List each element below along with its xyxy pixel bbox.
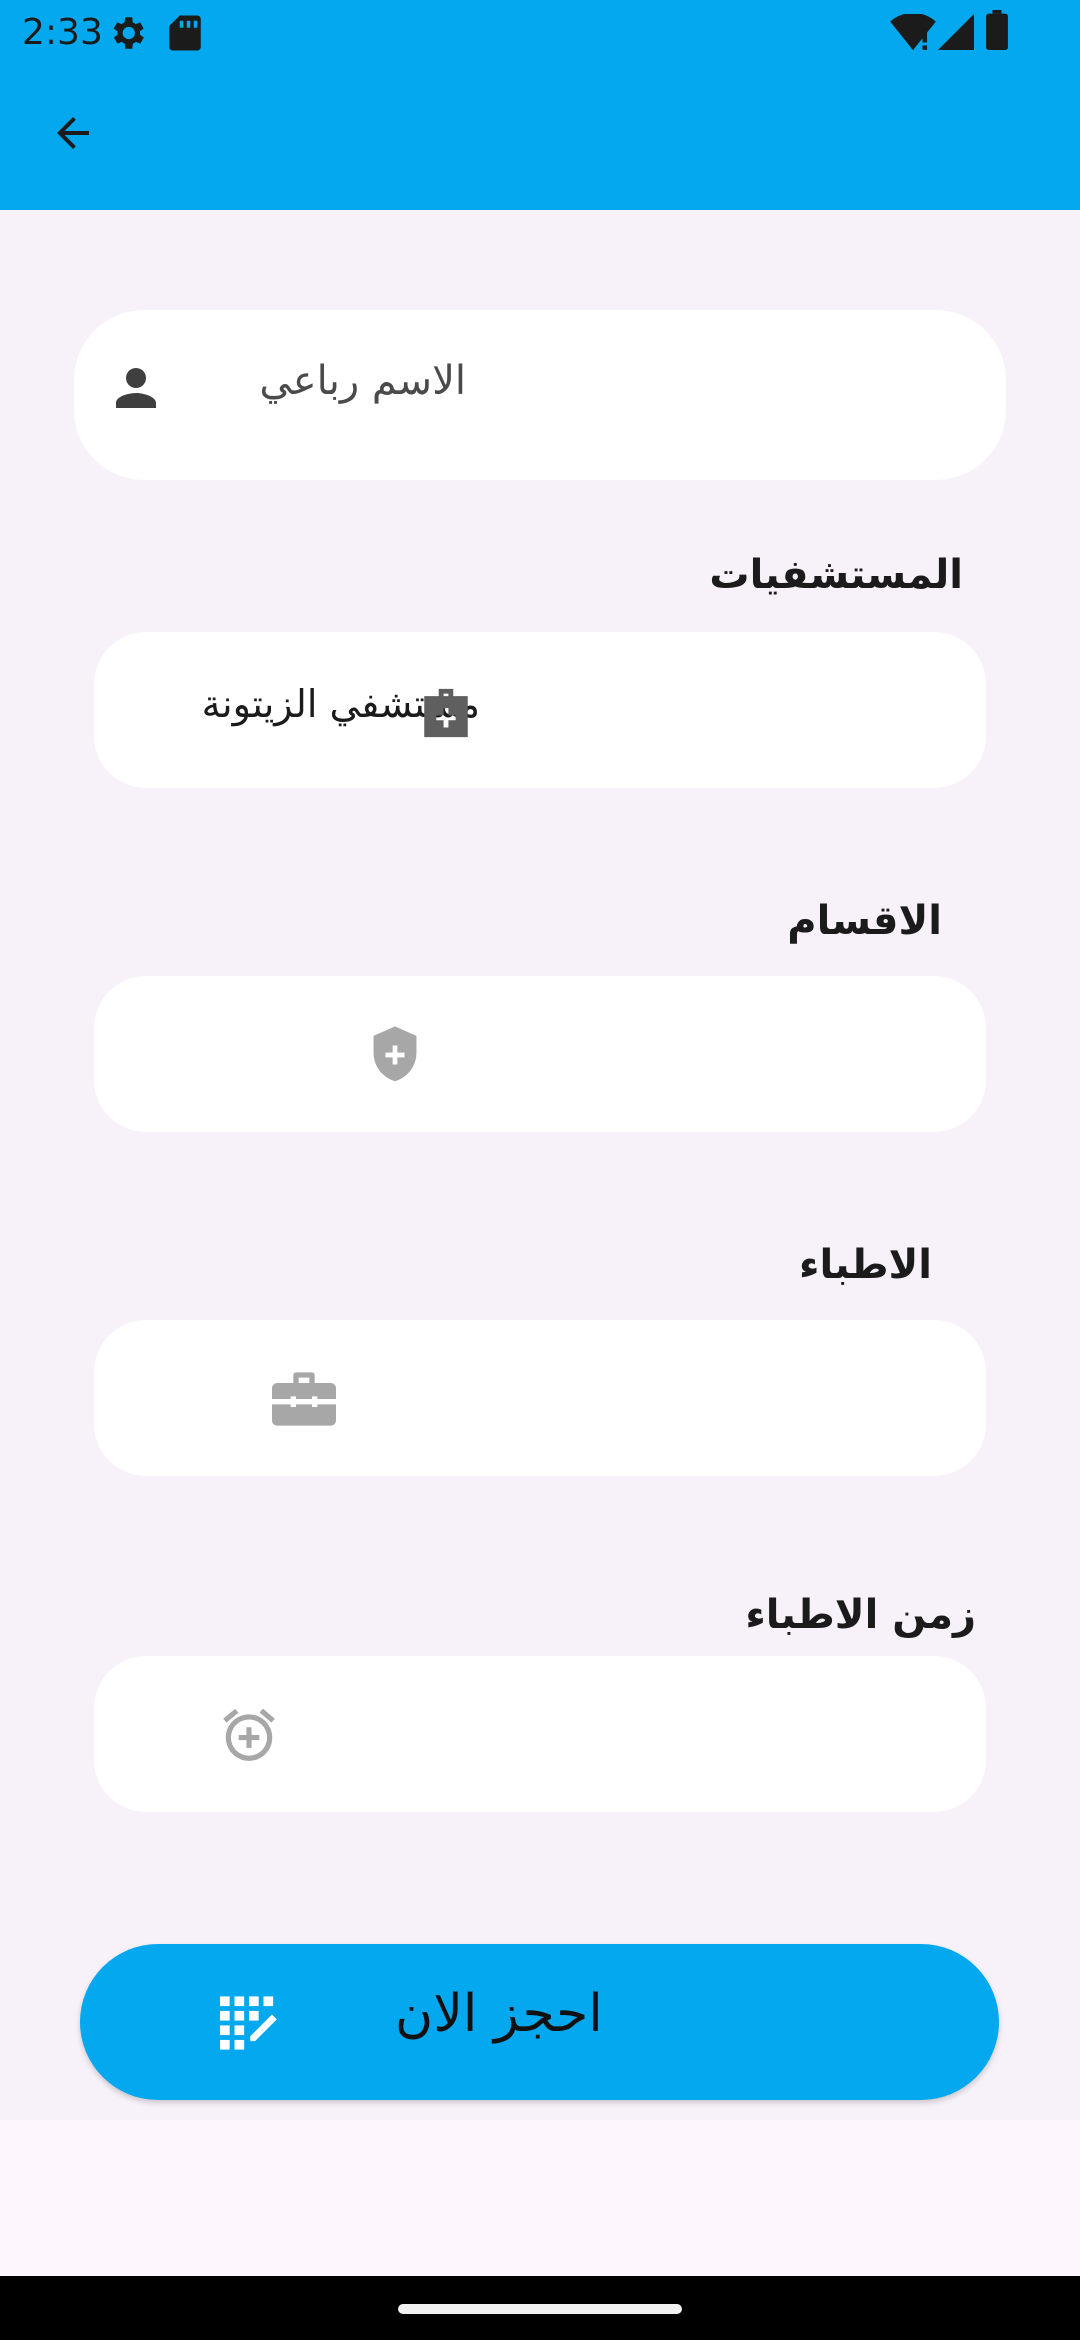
departments-dropdown[interactable] [94, 976, 986, 1132]
book-now-button[interactable]: احجز الان [80, 1944, 999, 2100]
doctors-label: الاطباء [799, 1242, 932, 1288]
settings-gear-icon [106, 12, 148, 58]
name-field[interactable]: الاسم رباعي [74, 310, 1006, 480]
signal-icon [938, 14, 974, 54]
grid-edit-icon [220, 1996, 278, 2054]
doctors-dropdown[interactable] [94, 1320, 986, 1476]
form-area [0, 210, 1080, 2120]
person-icon [106, 358, 166, 422]
hospitals-dropdown[interactable]: مستشفي الزيتونة [94, 632, 986, 788]
wifi-icon [890, 12, 936, 56]
medical-bag-icon [416, 684, 476, 746]
home-gesture-handle[interactable] [398, 2304, 682, 2314]
doctor-time-label: زمن الاطباء [745, 1592, 976, 1638]
screen: 2:33 الاسم رباعي المستشفيات مستشفي الزيت… [0, 0, 1080, 2340]
briefcase-icon [272, 1372, 336, 1430]
alarm-add-icon [218, 1704, 280, 1770]
name-field-placeholder: الاسم رباعي [259, 358, 466, 404]
shield-plus-icon [366, 1024, 424, 1090]
status-time: 2:33 [22, 12, 103, 53]
arrow-back-icon [57, 117, 89, 149]
sd-card-icon [166, 12, 204, 58]
hospitals-label: المستشفيات [709, 552, 963, 598]
departments-label: الاقسام [787, 898, 942, 944]
battery-icon [986, 10, 1008, 54]
back-button[interactable] [40, 100, 106, 166]
app-bar: 2:33 [0, 0, 1080, 210]
bottom-spacer [0, 2120, 1080, 2276]
book-now-label: احجز الان [395, 1984, 603, 2044]
doctor-time-dropdown[interactable] [94, 1656, 986, 1812]
